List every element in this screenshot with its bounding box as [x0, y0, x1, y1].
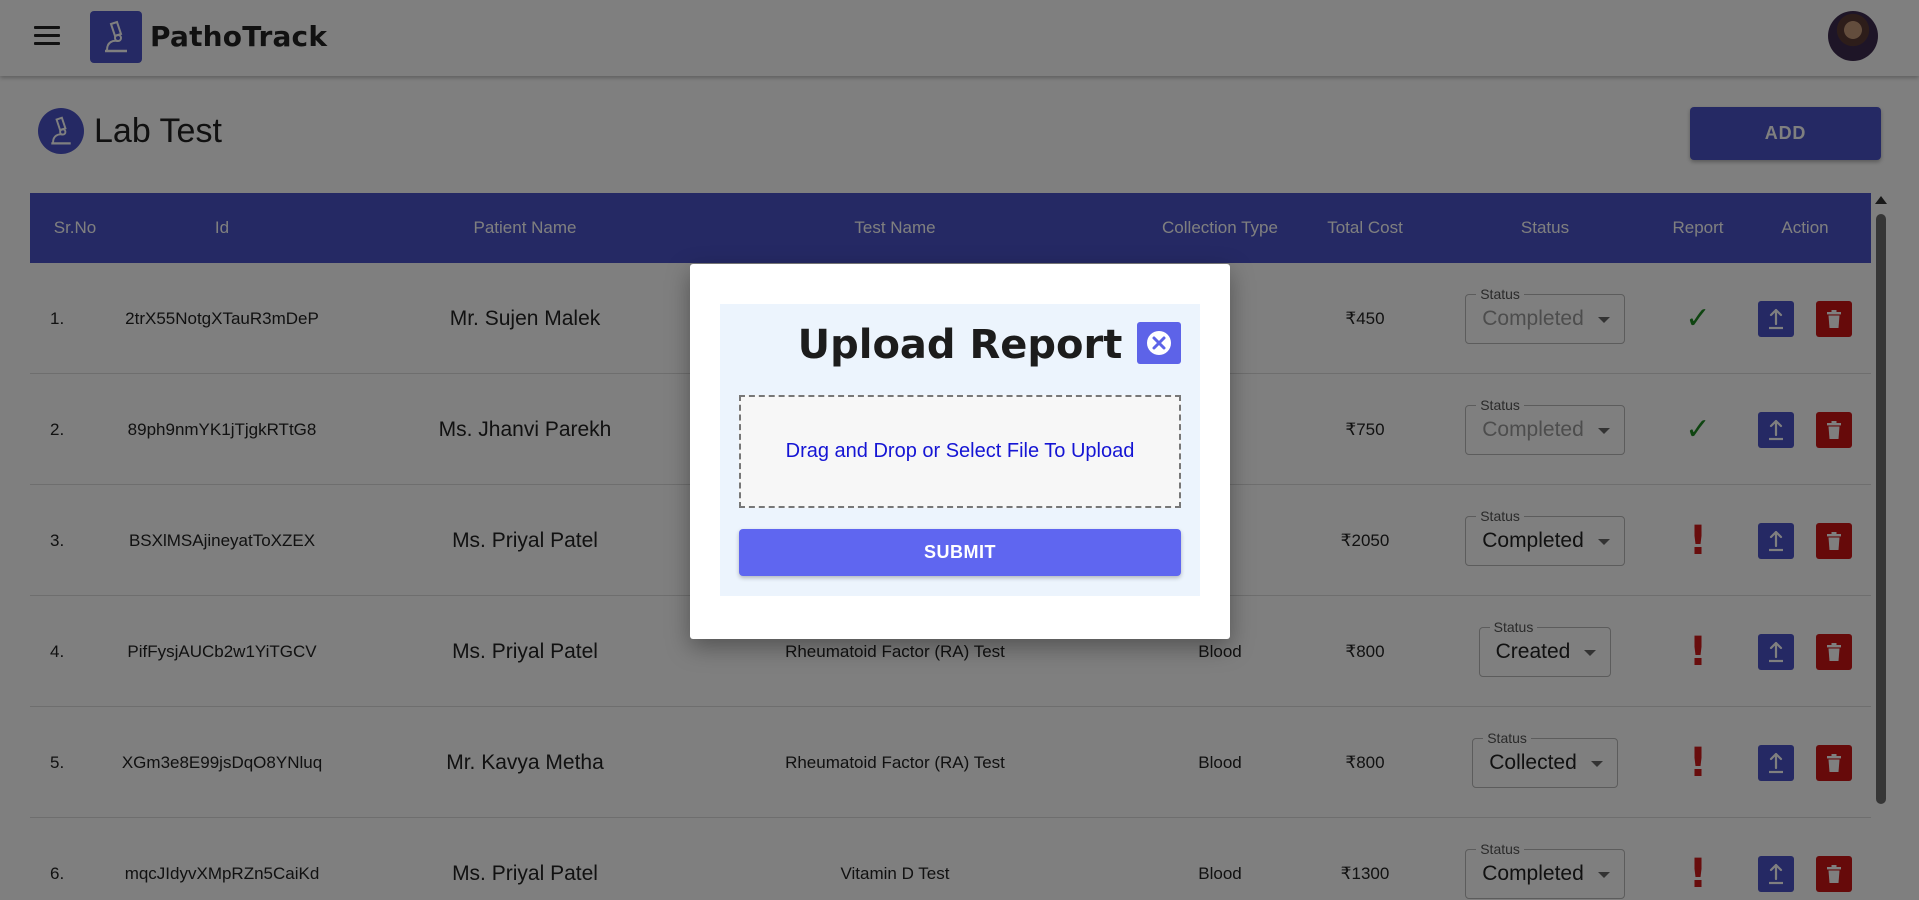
file-drop-zone[interactable]: Drag and Drop or Select File To Upload — [739, 395, 1181, 508]
upload-report-modal: Upload Report Drag and Drop or Select Fi… — [690, 264, 1230, 639]
submit-button[interactable]: SUBMIT — [739, 529, 1181, 576]
drop-zone-label: Drag and Drop or Select File To Upload — [785, 440, 1135, 462]
modal-title: Upload Report — [797, 322, 1123, 368]
close-button[interactable] — [1137, 322, 1181, 364]
close-circle-icon — [1147, 331, 1171, 355]
upload-report-panel: Upload Report Drag and Drop or Select Fi… — [720, 304, 1200, 596]
